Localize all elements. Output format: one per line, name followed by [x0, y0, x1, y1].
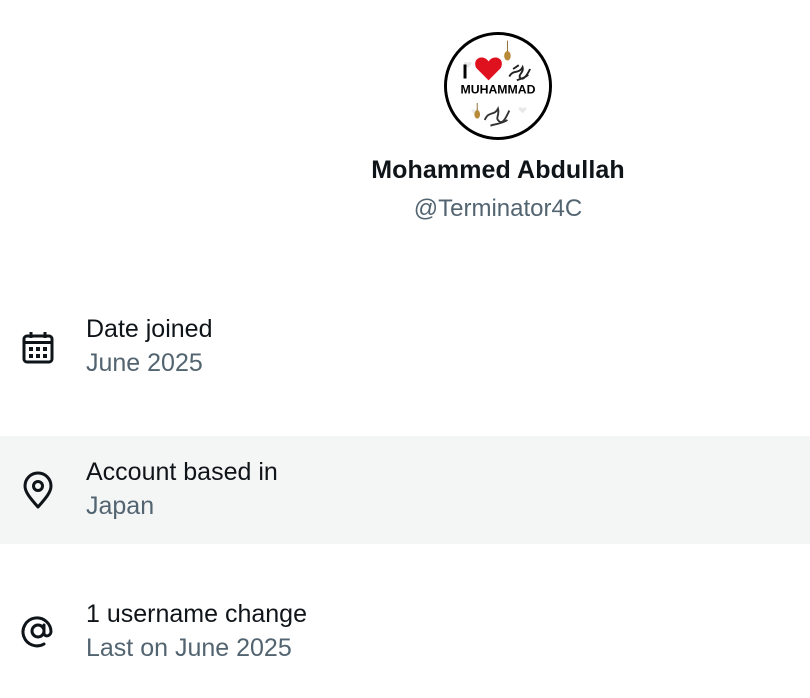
profile-header: I MUHAMMAD Mohammed Abdullah @Terminator… [0, 0, 810, 240]
about-item-account-location[interactable]: Account based in Japan [0, 436, 810, 544]
about-item-value: Last on June 2025 [86, 634, 292, 662]
avatar-text: MUHAMMAD [461, 83, 536, 97]
avatar-letter-i: I [462, 60, 468, 83]
about-item-value: June 2025 [86, 349, 203, 377]
about-item-label: Date joined [86, 315, 213, 343]
calendar-icon [18, 328, 58, 368]
location-pin-icon [18, 471, 58, 511]
at-sign-icon [18, 611, 58, 651]
avatar[interactable]: I MUHAMMAD [444, 32, 552, 140]
profile-handle: @Terminator4C [413, 195, 583, 222]
about-item-username-change: 1 username change Last on June 2025 [0, 578, 810, 686]
about-item-value: Japan [86, 492, 155, 520]
about-item-label: 1 username change [86, 600, 307, 628]
account-about-page: I MUHAMMAD Mohammed Abdullah @Terminator… [0, 0, 810, 698]
profile-display-name: Mohammed Abdullah [371, 156, 625, 184]
about-item-label: Account based in [86, 458, 278, 486]
avatar-image: I MUHAMMAD [447, 35, 549, 137]
about-item-date-joined: Date joined June 2025 [0, 292, 810, 400]
